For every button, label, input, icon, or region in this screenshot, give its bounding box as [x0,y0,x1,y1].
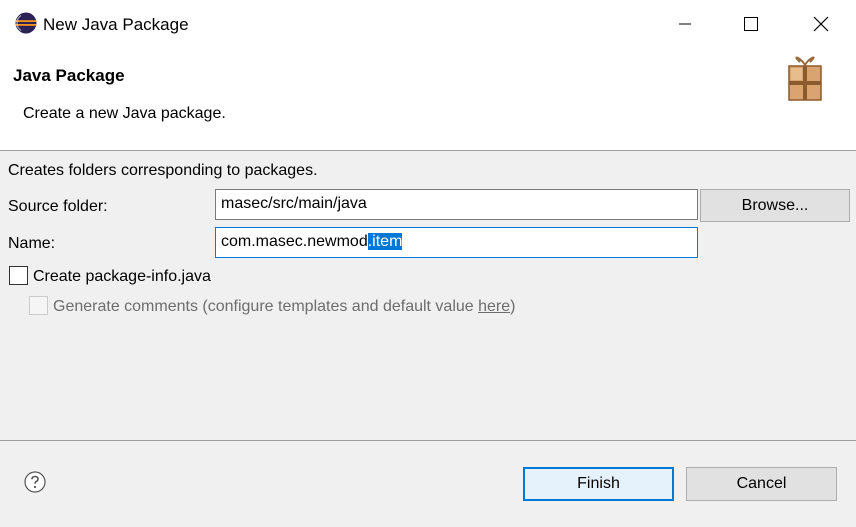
help-icon[interactable] [24,471,46,493]
page-description: Create a new Java package. [23,105,226,122]
page-title: Java Package [13,66,125,85]
generate-comments-label: Generate comments (configure templates a… [53,297,515,317]
finish-button[interactable]: Finish [523,467,674,501]
maximize-button[interactable] [718,0,784,48]
create-package-info-label[interactable]: Create package-info.java [33,267,211,287]
intro-text: Creates folders corresponding to package… [8,162,318,179]
eclipse-icon [15,12,37,34]
close-button[interactable] [788,0,854,48]
configure-templates-link[interactable]: here [478,298,510,315]
name-input[interactable]: com.masec.newmod.item [215,227,698,258]
name-value: com.masec.newmod [221,233,368,250]
minimize-icon [679,23,691,25]
generate-comments-checkbox [29,296,48,315]
generate-comments-suffix: ) [510,298,516,315]
generate-comments-text: Generate comments (configure templates a… [53,298,479,315]
source-folder-input[interactable]: masec/src/main/java [215,189,698,220]
create-package-info-checkbox[interactable] [9,266,28,285]
name-value-selection: .item [367,233,403,250]
minimize-button[interactable] [652,0,718,48]
window-title: New Java Package [43,15,189,34]
browse-button[interactable]: Browse... [700,189,850,222]
cancel-button[interactable]: Cancel [686,467,837,501]
close-icon [813,16,829,32]
maximize-icon [744,17,758,31]
source-folder-value: masec/src/main/java [221,195,367,212]
source-folder-label: Source folder: [8,198,108,215]
wizard-header [0,48,856,150]
title-bar: New Java Package [0,0,856,48]
package-icon [788,56,822,101]
name-label: Name: [8,235,56,252]
